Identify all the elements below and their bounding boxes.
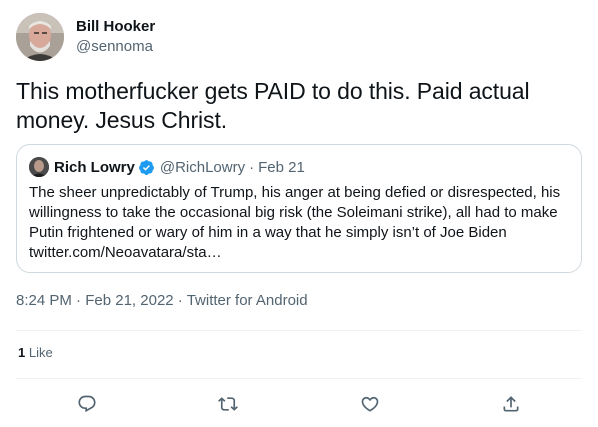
retweet-button[interactable] <box>209 385 247 423</box>
like-button[interactable] <box>351 385 389 423</box>
quoted-tweet-text: The sheer unpredictably of Trump, his an… <box>29 184 561 261</box>
divider <box>16 330 582 331</box>
share-button[interactable] <box>492 385 530 423</box>
reply-button[interactable] <box>68 385 106 423</box>
quoted-author-avatar <box>29 157 49 177</box>
quoted-author-handle: @RichLowry <box>159 158 246 176</box>
quoted-tweet-header: Rich Lowry @RichLowry · Feb 21 <box>29 157 569 177</box>
like-count: 1 <box>18 345 26 360</box>
like-icon <box>361 396 379 412</box>
like-label: Like <box>28 345 53 360</box>
tweet-source[interactable]: Twitter for Android <box>187 292 308 309</box>
tweet-date[interactable]: Feb 21, 2022 <box>85 292 173 309</box>
tweet-actions <box>16 385 582 423</box>
share-icon <box>503 396 519 412</box>
quoted-author-name: Rich Lowry <box>54 158 135 176</box>
author-display-name[interactable]: Bill Hooker <box>76 17 155 37</box>
author-avatar[interactable] <box>16 13 64 61</box>
retweet-icon <box>218 397 239 411</box>
reply-icon <box>78 395 96 413</box>
tweet-time[interactable]: 8:24 PM <box>16 292 72 309</box>
tweet-header: Bill Hooker @sennoma <box>16 12 155 62</box>
separator-dot: · <box>249 158 255 176</box>
quoted-tweet-date: Feb 21 <box>258 158 305 176</box>
verified-badge-icon <box>138 159 155 176</box>
quoted-tweet[interactable]: Rich Lowry @RichLowry · Feb 21 The sheer… <box>16 144 582 273</box>
tweet-text: This motherfucker gets PAID to do this. … <box>16 78 530 133</box>
separator-dot: · <box>76 292 82 309</box>
likes-stat[interactable]: 1 Like <box>18 344 53 362</box>
separator-dot: · <box>177 292 183 309</box>
author-handle[interactable]: @sennoma <box>76 37 155 57</box>
tweet-metadata: 8:24 PM · Feb 21, 2022 · Twitter for And… <box>16 291 308 311</box>
divider <box>16 378 582 379</box>
